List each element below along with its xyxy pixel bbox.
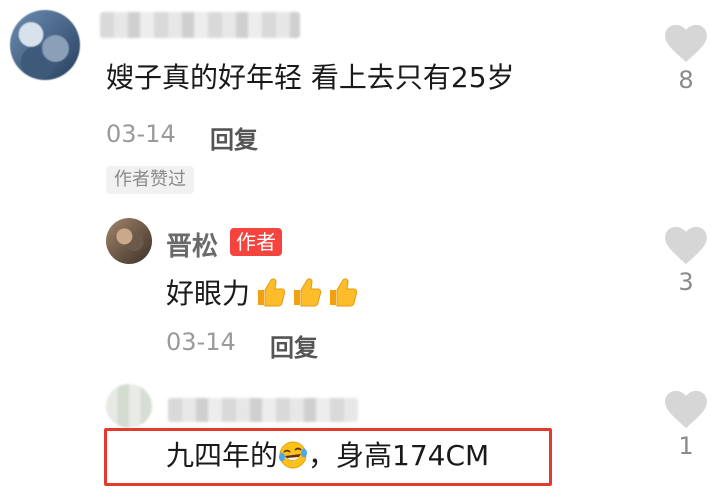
- username-blurred[interactable]: [100, 12, 300, 38]
- comment-date: 03-14: [106, 120, 176, 148]
- thumbs-up-icon: [330, 278, 358, 307]
- author-liked-badge: 作者赞过: [106, 166, 194, 194]
- reply-button[interactable]: 回复: [270, 328, 318, 363]
- heart-icon[interactable]: [664, 390, 708, 430]
- reply-button[interactable]: 回复: [210, 120, 258, 155]
- reply-comment-text: 好眼力: [166, 276, 358, 312]
- thumbs-up-icon: [258, 278, 286, 307]
- avatar[interactable]: [106, 384, 152, 428]
- thumbs-up-icon: [294, 278, 322, 307]
- highlight-annotation-box: [104, 428, 552, 486]
- reply-text: 好眼力: [166, 277, 251, 310]
- heart-icon[interactable]: [664, 24, 708, 64]
- avatar[interactable]: [10, 10, 80, 80]
- author-badge: 作者: [230, 228, 282, 256]
- like-count: 8: [678, 66, 694, 94]
- author-name[interactable]: 晋松: [166, 226, 218, 263]
- like-count: 3: [678, 268, 694, 296]
- comment-date: 03-14: [166, 328, 236, 356]
- avatar[interactable]: [106, 218, 152, 264]
- comment-text: 嫂子真的好年轻 看上去只有25岁: [106, 61, 515, 94]
- heart-icon[interactable]: [664, 226, 708, 266]
- like-count: 1: [678, 432, 694, 460]
- username-blurred[interactable]: [168, 398, 358, 422]
